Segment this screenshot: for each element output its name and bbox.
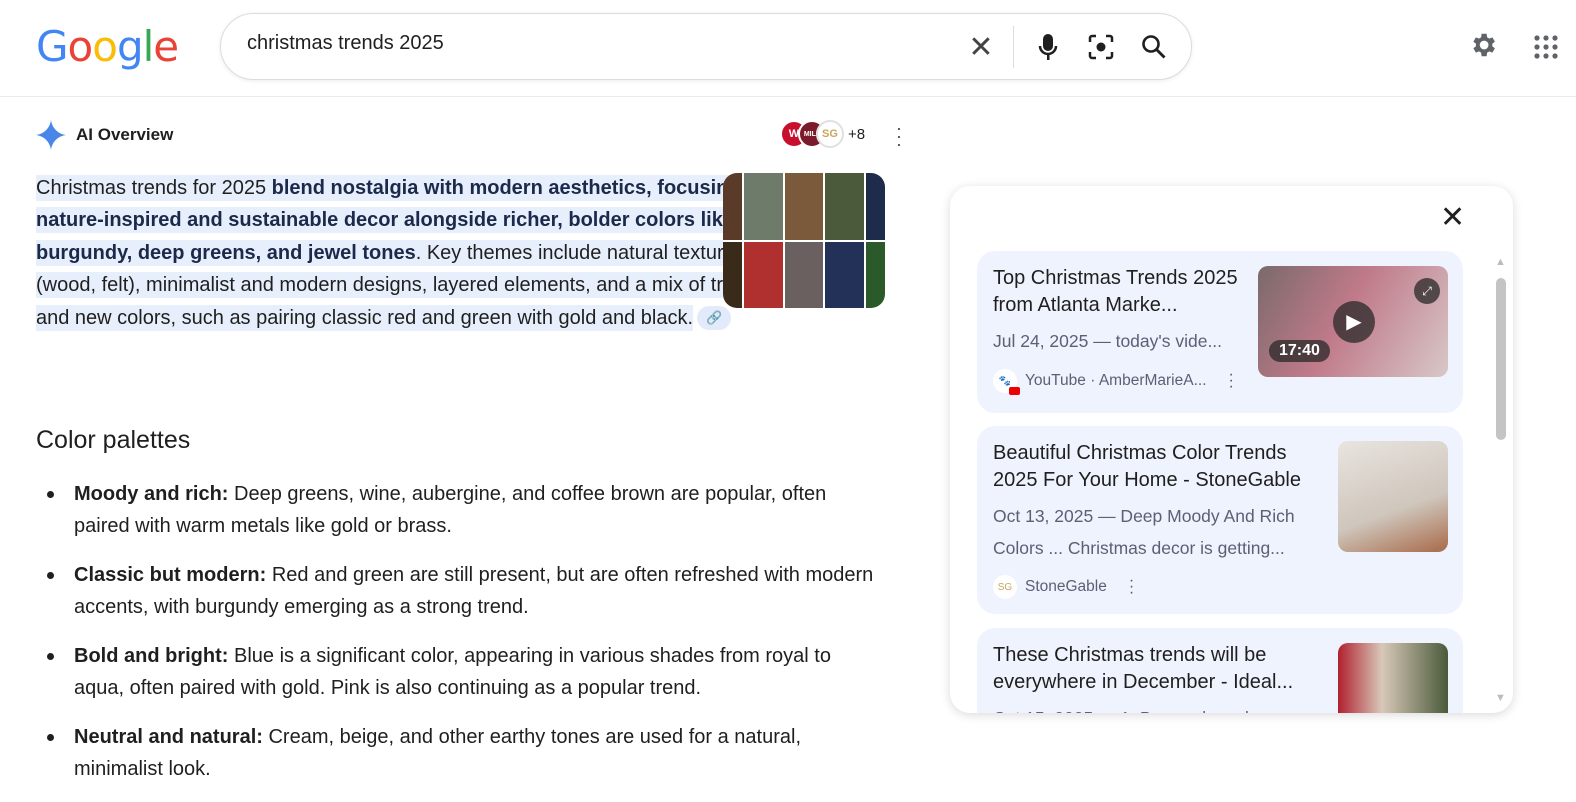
header: Google ✕ [0, 0, 1576, 97]
lens-icon[interactable] [1086, 32, 1116, 62]
stonegable-favicon-icon: SG [993, 575, 1017, 599]
close-icon[interactable]: ✕ [1440, 200, 1465, 235]
channel-favicon-icon: 🐾 [993, 369, 1020, 395]
card-more-icon[interactable]: · · · [1229, 367, 1234, 395]
sources-stack[interactable]: W MILL SG +8 [780, 120, 865, 148]
source-card[interactable]: Beautiful Christmas Color Trends 2025 Fo… [977, 426, 1463, 614]
card-title[interactable]: Top Christmas Trends 2025 from Atlanta M… [993, 265, 1249, 319]
ai-overview-heading: AI Overview [36, 120, 173, 150]
list-item: Neutral and natural: Cream, beige, and o… [47, 721, 884, 785]
card-source: SG StoneGable · · · [993, 573, 1134, 601]
play-icon[interactable]: ▶ [1333, 301, 1375, 343]
search-box: ✕ [220, 13, 1192, 80]
section-title: Color palettes [36, 426, 191, 454]
summary-intro: Christmas trends for 2025 [36, 177, 272, 199]
card-title[interactable]: These Christmas trends will be everywher… [993, 642, 1333, 696]
scrollbar[interactable]: ▲ ▼ [1494, 256, 1506, 706]
apps-grid-icon[interactable] [1534, 35, 1558, 64]
video-duration: 17:40 [1269, 340, 1330, 362]
list-item: Moody and rich: Deep greens, wine, auber… [47, 478, 884, 542]
expand-icon[interactable]: ⤢ [1414, 278, 1440, 304]
source-name: YouTube · AmberMarieA... [1025, 372, 1207, 389]
divider [1013, 26, 1014, 68]
card-description: Oct 13, 2025 — Deep Moody And Rich Color… [993, 506, 1295, 558]
search-input[interactable] [247, 32, 947, 55]
microphone-icon[interactable] [1033, 32, 1063, 62]
sources-more-count[interactable]: +8 [848, 126, 865, 143]
card-title[interactable]: Beautiful Christmas Color Trends 2025 Fo… [993, 440, 1333, 494]
card-description: Oct 15, 2025 — 1. Burgundy and [993, 702, 1323, 713]
source-name: StoneGable [1025, 578, 1107, 595]
card-more-icon[interactable]: · · · [1129, 573, 1134, 601]
citation-link-icon[interactable]: 🔗 [697, 306, 732, 331]
scroll-down-icon[interactable]: ▼ [1495, 692, 1506, 704]
source-card[interactable]: These Christmas trends will be everywher… [977, 628, 1463, 713]
list-item: Classic but modern: Red and green are st… [47, 559, 884, 623]
more-options-icon[interactable]: · · · [893, 119, 905, 153]
scrollbar-thumb[interactable] [1496, 278, 1506, 440]
scroll-up-icon[interactable]: ▲ [1495, 256, 1506, 268]
list-item: Bold and bright: Blue is a significant c… [47, 640, 884, 704]
sources-panel: ✕ Top Christmas Trends 2025 from Atlanta… [950, 186, 1513, 713]
gemini-sparkle-icon [36, 120, 66, 150]
ai-overview-label: AI Overview [76, 125, 174, 144]
image-collage[interactable] [723, 173, 885, 308]
google-logo[interactable]: Google [36, 22, 179, 71]
search-icon[interactable] [1139, 32, 1169, 62]
source-card[interactable]: Top Christmas Trends 2025 from Atlanta M… [977, 251, 1463, 413]
settings-gear-icon[interactable] [1468, 30, 1498, 65]
clear-icon[interactable]: ✕ [966, 31, 996, 64]
card-thumbnail[interactable] [1338, 643, 1448, 713]
video-thumbnail[interactable]: ▶ 17:40 ⤢ [1258, 266, 1448, 377]
color-palette-list: Moody and rich: Deep greens, wine, auber… [47, 478, 884, 802]
card-thumbnail[interactable] [1338, 441, 1448, 552]
source-avatar[interactable]: SG [816, 120, 844, 148]
card-description: Jul 24, 2025 — today's vide... [993, 331, 1223, 351]
ai-overview-summary: Christmas trends for 2025 blend nostalgi… [36, 172, 806, 334]
card-source: 🐾 YouTube · AmberMarieA... · · · [993, 367, 1234, 395]
